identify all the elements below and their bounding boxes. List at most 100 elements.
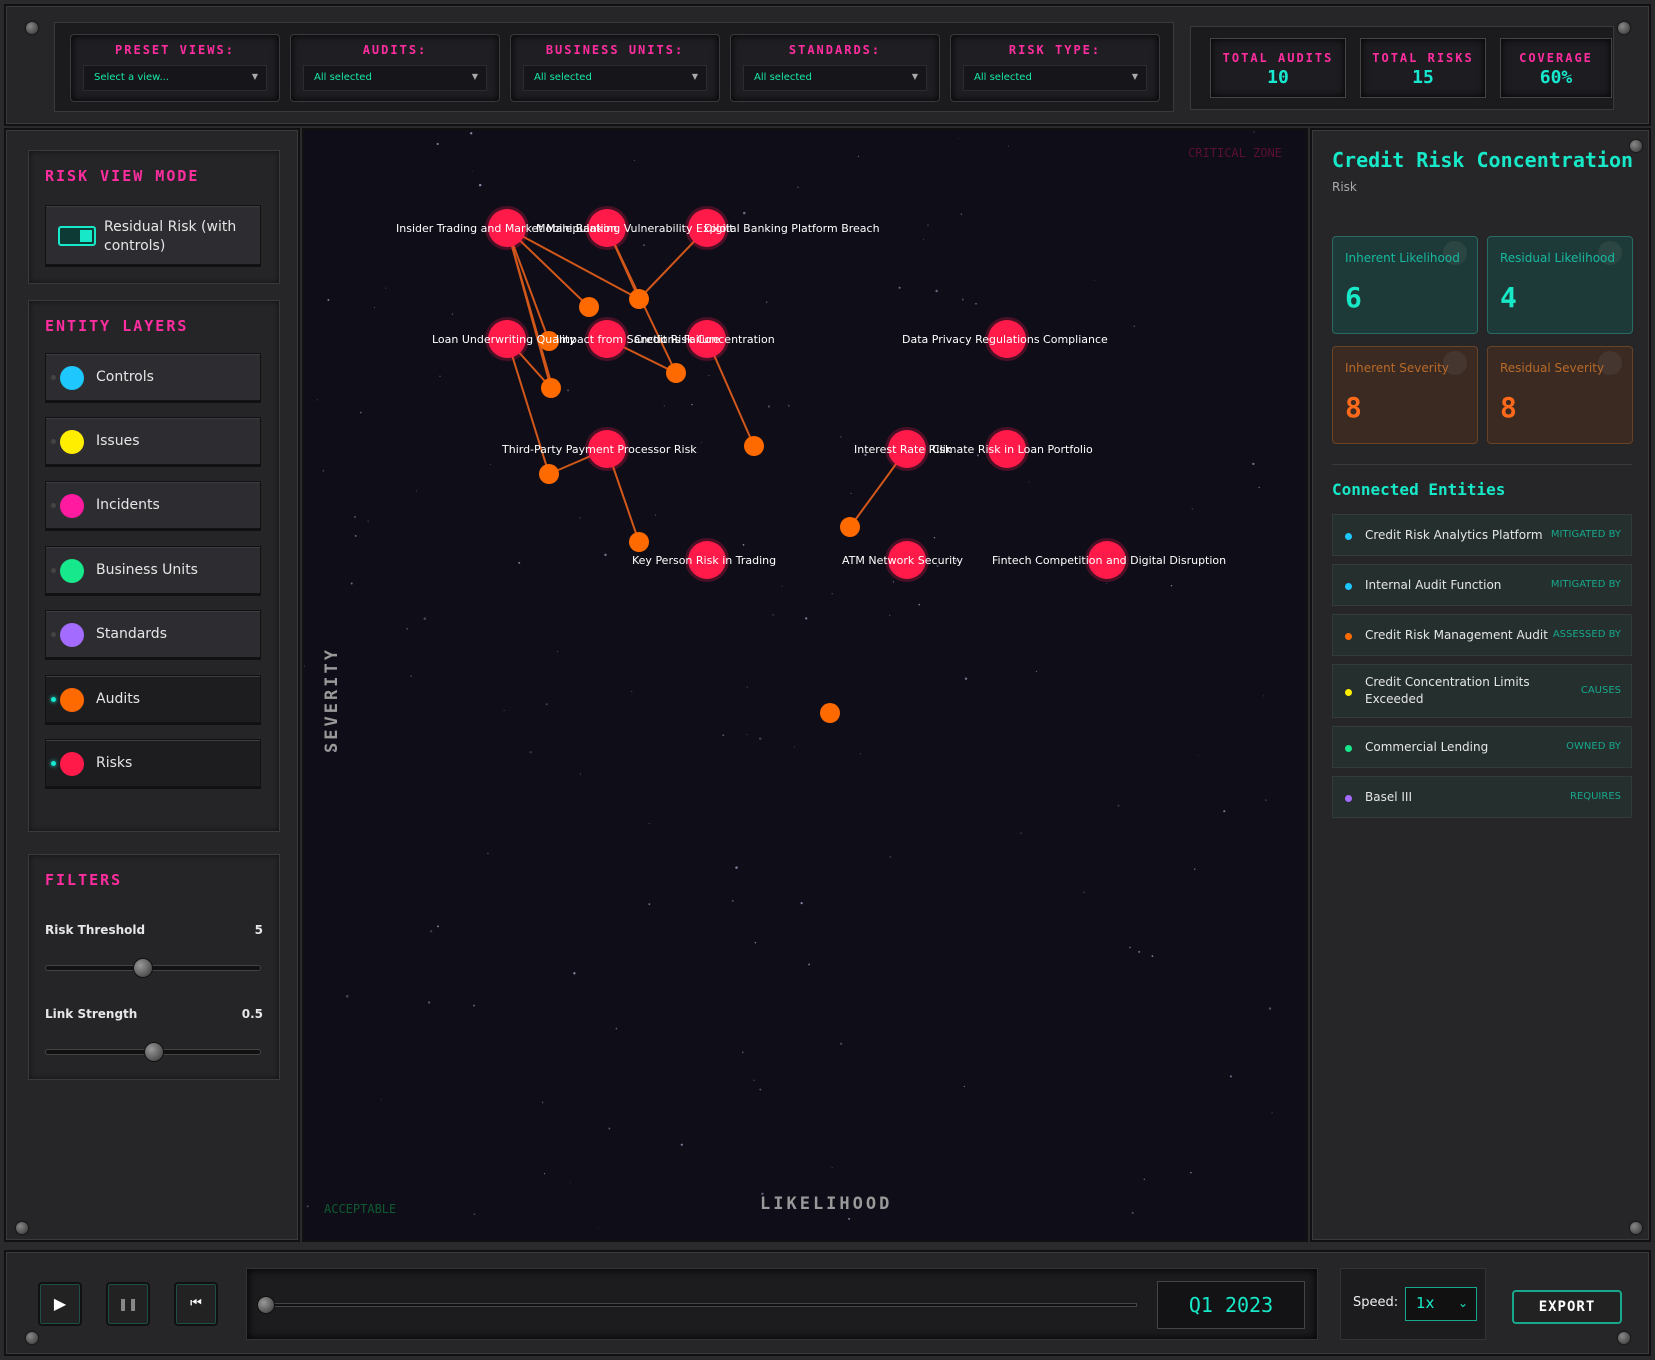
link-strength-slider[interactable] <box>45 1042 261 1062</box>
layer-toggle-controls[interactable]: Controls <box>45 353 261 401</box>
layer-label: Issues <box>96 433 140 449</box>
connected-entity-row[interactable]: Credit Concentration Limits Exceeded CAUS… <box>1332 664 1632 718</box>
preset-views-filter: PRESET VIEWS: Select a view... ▼ <box>70 34 280 102</box>
timeline-track[interactable] <box>257 1296 1137 1314</box>
detail-title: Credit Risk Concentration <box>1332 148 1634 172</box>
risk-node-label: Loan Underwriting Quality <box>432 333 576 346</box>
metric-label: Inherent Severity <box>1345 361 1449 375</box>
export-button[interactable]: EXPORT <box>1512 1290 1622 1324</box>
filters-panel: FILTERS Risk Threshold 5 Link Strength 0… <box>28 854 280 1080</box>
residual-likelihood-card: Residual Likelihood 4 <box>1487 236 1633 334</box>
risk-node-label: Third-Party Payment Processor Risk <box>501 443 697 456</box>
screw-icon <box>1630 1222 1642 1234</box>
pause-icon: ❚❚ <box>117 1297 139 1311</box>
metric-label: Residual Severity <box>1500 361 1605 375</box>
layer-color-icon <box>60 688 84 712</box>
stat-label: TOTAL RISKS <box>1372 51 1474 65</box>
y-axis-label: SEVERITY <box>322 647 342 753</box>
layer-color-icon <box>60 366 84 390</box>
audit-node[interactable] <box>541 378 561 398</box>
risk-node-label: Credit Risk Concentration <box>634 333 775 346</box>
risk-threshold-slider[interactable] <box>45 958 261 978</box>
panel-title: ENTITY LAYERS <box>45 317 189 335</box>
audit-node[interactable] <box>744 436 764 456</box>
stat-value: 15 <box>1412 67 1434 88</box>
rewind-button[interactable]: ⏮ <box>174 1282 218 1326</box>
audit-node[interactable] <box>666 363 686 383</box>
panel-title: FILTERS <box>45 871 123 889</box>
risk-network-graph[interactable]: Insider Trading and Market ManipulationM… <box>304 130 1306 1240</box>
pause-button[interactable]: ❚❚ <box>106 1282 150 1326</box>
relationship-label: MITIGATED BY <box>1550 529 1621 540</box>
standards-select[interactable]: All selected ▼ <box>743 65 927 91</box>
risk-node-label: Key Person Risk in Trading <box>632 554 776 567</box>
audit-node[interactable] <box>539 464 559 484</box>
screw-icon <box>1618 22 1630 34</box>
connected-entity-row[interactable]: Internal Audit Function MITIGATED BY <box>1332 564 1632 606</box>
risk-type-select[interactable]: All selected ▼ <box>963 65 1147 91</box>
connected-entity-row[interactable]: Basel III REQUIRES <box>1332 776 1632 818</box>
layer-color-icon <box>60 559 84 583</box>
connected-entity-row[interactable]: Credit Risk Analytics Platform MITIGATED … <box>1332 514 1632 556</box>
audit-node[interactable] <box>629 532 649 552</box>
entity-name: Basel III <box>1365 790 1412 804</box>
entity-type-icon <box>1345 745 1352 752</box>
screw-icon <box>26 22 38 34</box>
playback-bar: ▶ ❚❚ ⏮ Q1 2023 Speed: 1x ⌄ EXPORT <box>4 1250 1651 1356</box>
screw-icon <box>16 1222 28 1234</box>
slider-handle[interactable] <box>133 958 154 978</box>
led-indicator-icon <box>51 439 56 444</box>
risk-nodes[interactable] <box>485 206 1129 582</box>
layer-label: Controls <box>96 369 154 385</box>
layer-label: Standards <box>96 626 167 642</box>
risk-type-filter: RISK TYPE: All selected ▼ <box>950 34 1160 102</box>
x-axis-label: LIKELIHOOD <box>760 1194 893 1214</box>
entity-name: Credit Risk Analytics Platform <box>1365 528 1543 542</box>
business-units-select[interactable]: All selected ▼ <box>523 65 707 91</box>
toggle-switch-icon <box>58 226 96 246</box>
left-sidebar: RISK VIEW MODE Residual Risk (with contr… <box>4 128 300 1242</box>
slider-handle[interactable] <box>144 1042 164 1062</box>
residual-risk-toggle[interactable]: Residual Risk (with controls) <box>45 205 261 265</box>
entity-name: Credit Risk Management Audit <box>1365 628 1548 642</box>
layer-toggle-risks[interactable]: Risks <box>45 739 261 787</box>
stat-label: COVERAGE <box>1519 51 1593 65</box>
stat-value: 60% <box>1539 67 1573 88</box>
risk-node-label: Fintech Competition and Digital Disrupti… <box>992 554 1226 567</box>
audit-node[interactable] <box>629 289 649 309</box>
metric-value: 4 <box>1500 281 1517 314</box>
risk-graph-canvas[interactable]: Insider Trading and Market Manipulation M… <box>302 128 1308 1242</box>
entity-type-icon <box>1345 795 1352 802</box>
relationship-label: OWNED BY <box>1566 741 1621 752</box>
timeline-handle[interactable] <box>257 1296 275 1314</box>
stat-label: TOTAL AUDITS <box>1222 51 1334 65</box>
speed-control: Speed: 1x ⌄ <box>1340 1268 1486 1340</box>
layer-toggle-audits[interactable]: Audits <box>45 675 261 723</box>
stat-value: 10 <box>1267 67 1289 88</box>
inherent-severity-card: Inherent Severity 8 <box>1332 346 1478 444</box>
audit-node[interactable] <box>840 517 860 537</box>
metric-label: Inherent Likelihood <box>1345 251 1460 265</box>
audit-node[interactable] <box>579 297 599 317</box>
layer-toggle-incidents[interactable]: Incidents <box>45 481 261 529</box>
layer-toggle-business-units[interactable]: Business Units <box>45 546 261 594</box>
screw-icon <box>26 1332 38 1344</box>
entity-type-icon <box>1345 689 1352 696</box>
inherent-likelihood-card: Inherent Likelihood 6 <box>1332 236 1478 334</box>
preset-views-select[interactable]: Select a view... ▼ <box>83 65 267 91</box>
audits-select[interactable]: All selected ▼ <box>303 65 487 91</box>
audit-node[interactable] <box>820 703 840 723</box>
play-button[interactable]: ▶ <box>38 1282 82 1326</box>
entity-name: Commercial Lending <box>1365 740 1489 754</box>
relationship-label: REQUIRES <box>1569 791 1621 802</box>
metric-value: 8 <box>1500 391 1517 424</box>
risk-node-label: Digital Banking Platform Breach <box>704 222 880 235</box>
timeline: Q1 2023 <box>246 1268 1318 1340</box>
connected-entity-row[interactable]: Credit Risk Management Audit ASSESSED BY <box>1332 614 1632 656</box>
risk-node-label: Climate Risk in Loan Portfolio <box>932 443 1093 456</box>
risk-view-mode-panel: RISK VIEW MODE Residual Risk (with contr… <box>28 150 280 284</box>
speed-select[interactable]: 1x ⌄ <box>1405 1287 1477 1321</box>
layer-toggle-issues[interactable]: Issues <box>45 417 261 465</box>
layer-toggle-standards[interactable]: Standards <box>45 610 261 658</box>
connected-entity-row[interactable]: Commercial Lending OWNED BY <box>1332 726 1632 768</box>
